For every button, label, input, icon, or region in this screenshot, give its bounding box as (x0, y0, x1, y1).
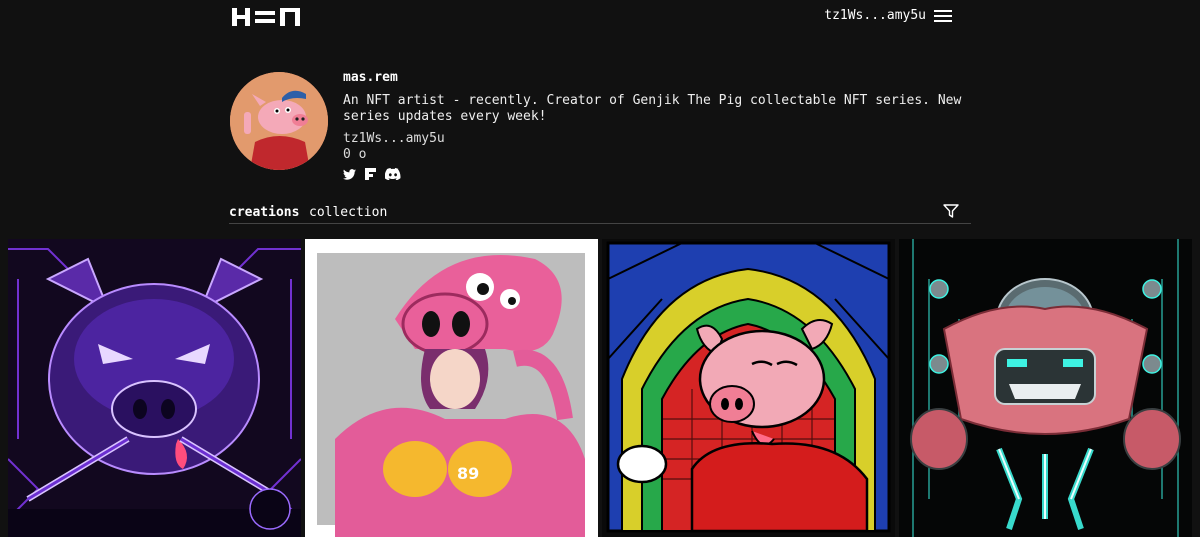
follower-count: 0 o (343, 147, 367, 162)
username: mas.rem (343, 70, 398, 85)
profile-address: tz1Ws...amy5u (343, 131, 445, 146)
social-links (343, 168, 963, 180)
bio: An NFT artist - recently. Creator of Gen… (343, 93, 962, 124)
gallery-grid: 89 (8, 239, 1192, 537)
wallet-address[interactable]: tz1Ws...amy5u (824, 8, 926, 23)
filter-icon[interactable] (943, 204, 959, 218)
svg-text:89: 89 (457, 464, 479, 483)
discord-icon[interactable] (385, 168, 401, 180)
profile-tabs: creations collection (229, 200, 971, 224)
gallery-item-purple-pig[interactable] (8, 239, 301, 537)
gallery-item-stained-glass-pig[interactable] (602, 239, 895, 537)
hen-logo[interactable] (232, 8, 300, 26)
profile: mas.rem An NFT artist - recently. Creato… (230, 70, 970, 190)
tab-creations[interactable]: creations (229, 205, 299, 220)
tab-collection[interactable]: collection (309, 205, 387, 220)
gallery-item-mecha-pig[interactable] (899, 239, 1192, 537)
header: tz1Ws...amy5u (232, 0, 952, 36)
gallery-item-pink-pig-girl[interactable]: 89 (305, 239, 598, 537)
menu-icon[interactable] (934, 9, 952, 22)
flickr-icon[interactable] (365, 168, 376, 180)
twitter-icon[interactable] (343, 168, 356, 180)
wallet-area: tz1Ws...amy5u (824, 8, 952, 23)
avatar (230, 72, 328, 170)
profile-info: mas.rem An NFT artist - recently. Creato… (343, 70, 963, 180)
